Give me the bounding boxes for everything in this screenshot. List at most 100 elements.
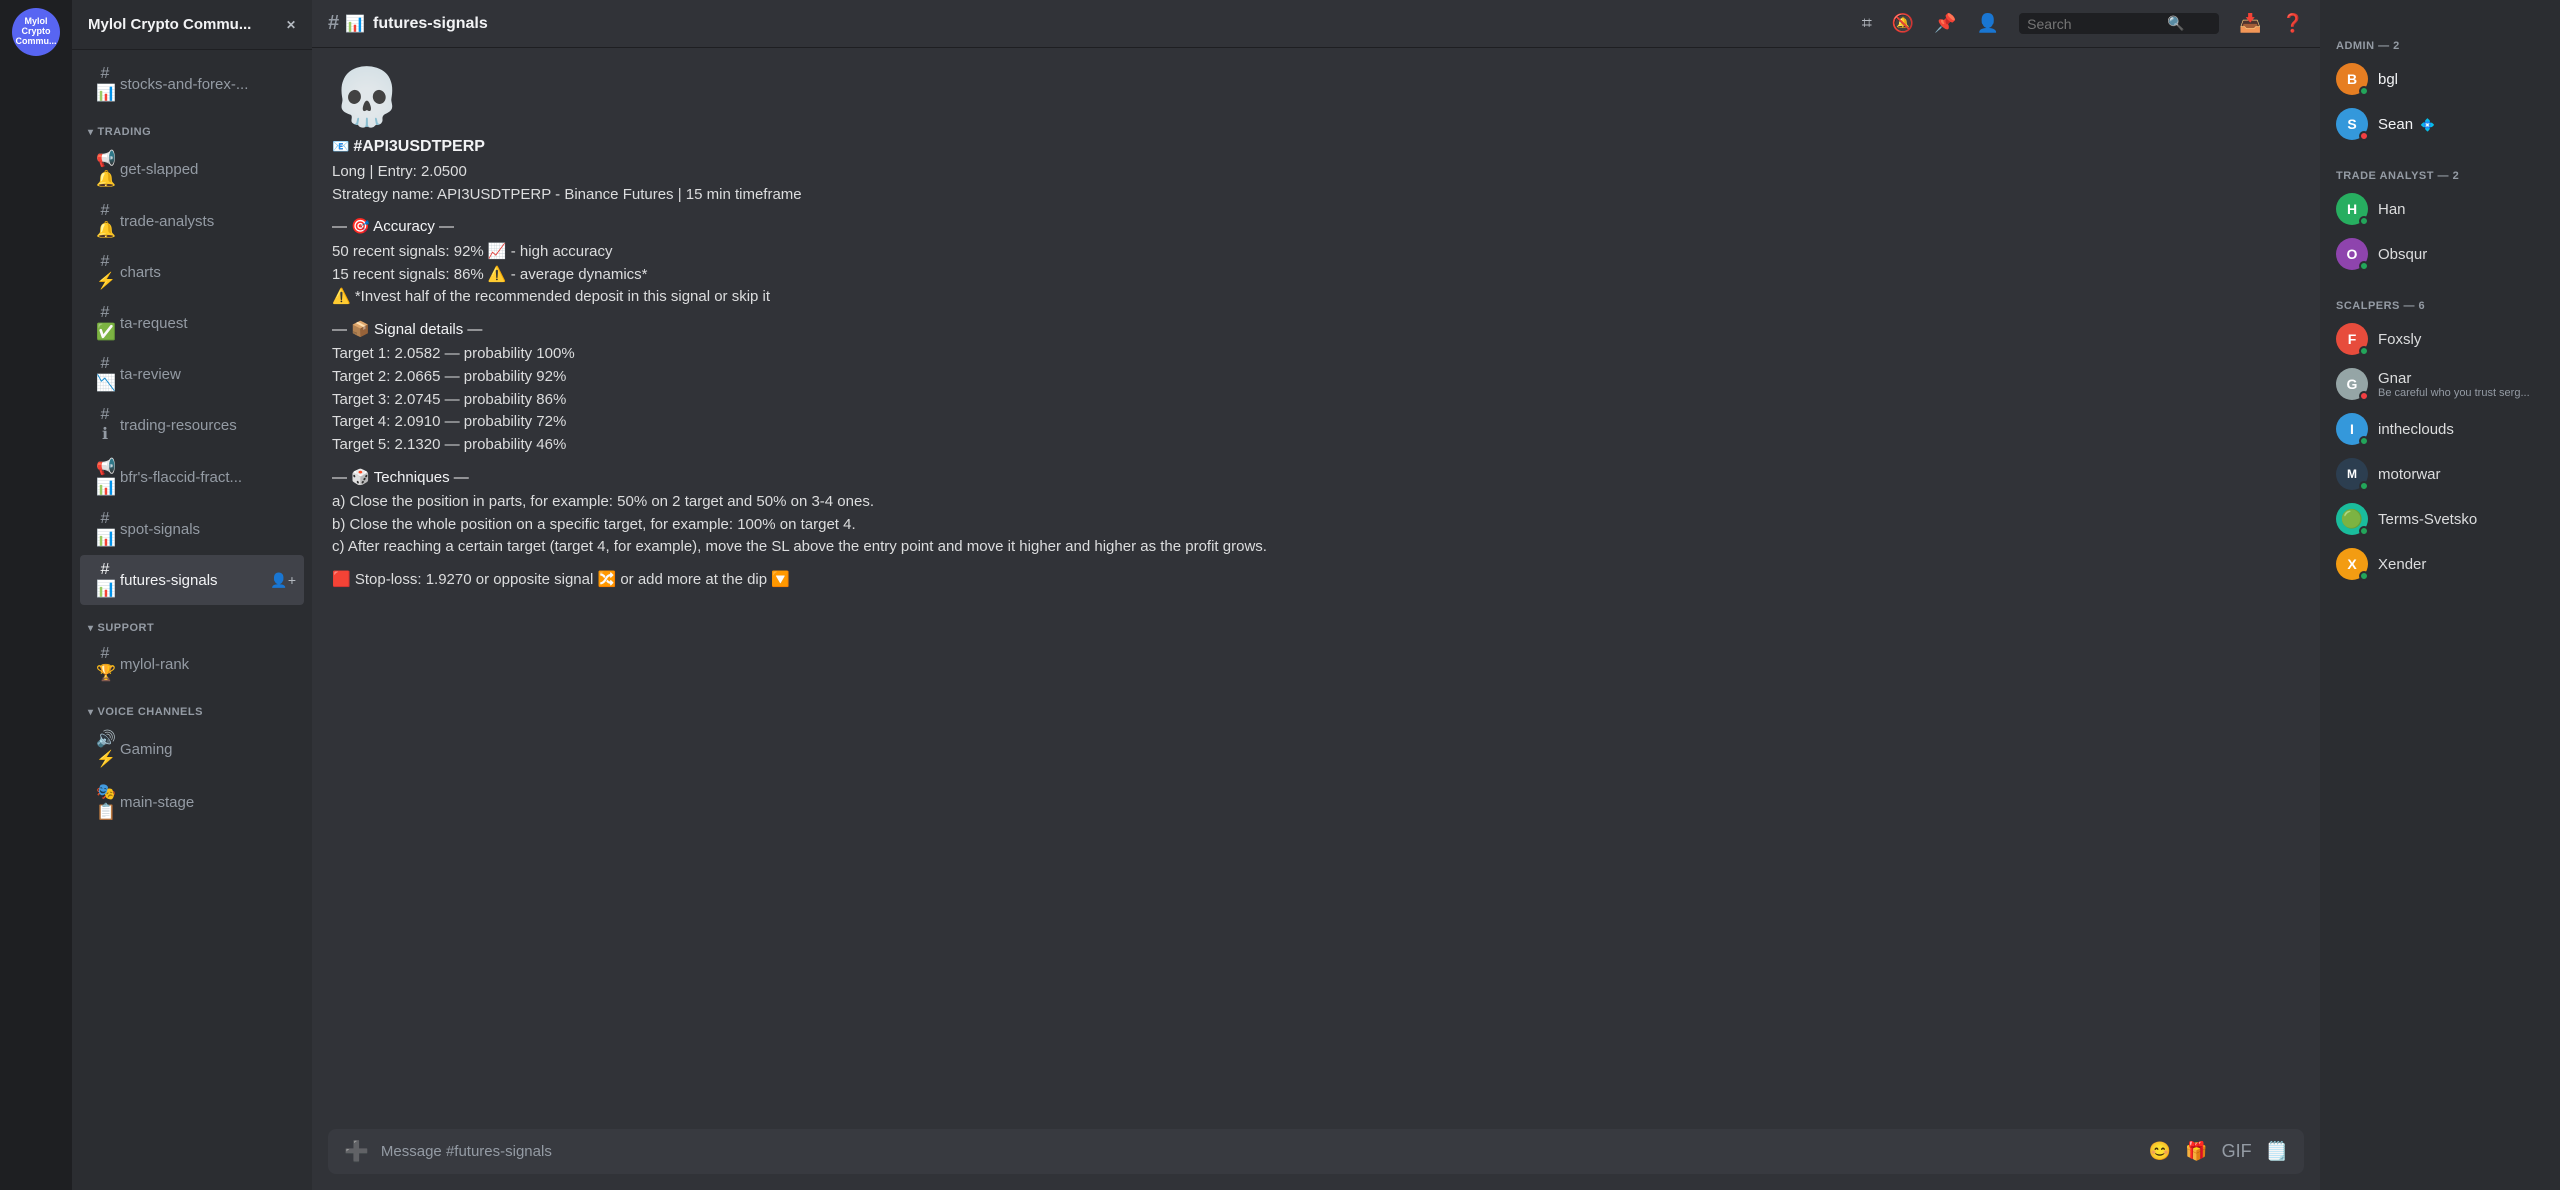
server-name: Mylol Crypto Commu... <box>88 16 282 33</box>
category-voice[interactable]: ▾ VOICE CHANNELS <box>72 690 312 722</box>
channel-item-mylol-rank[interactable]: # 🏆 mylol-rank <box>80 639 304 689</box>
status-indicator <box>2359 346 2369 356</box>
admin-category: ADMIN — 2 <box>2328 24 2552 56</box>
category-arrow-icon: ▾ <box>88 707 94 718</box>
topbar-icons: ⌗ 🔕 📌 👤 🔍 📥 ❓ <box>1862 13 2304 34</box>
channel-name: Gaming <box>120 741 296 758</box>
status-indicator <box>2359 436 2369 446</box>
pin-icon[interactable]: 📌 <box>1934 13 1956 34</box>
avatar-gnar: G <box>2336 368 2368 400</box>
add-member-icon[interactable]: 👤+ <box>270 572 296 589</box>
category-label: TRADING <box>98 126 152 138</box>
channel-audio-icon: 📢 📊 <box>96 457 114 497</box>
member-name-sean: Sean 💠 <box>2378 116 2544 133</box>
accuracy-section: — 🎯 Accuracy — 50 recent signals: 92% 📈 … <box>332 217 2304 308</box>
channel-item-main-stage[interactable]: 🎭 📋 main-stage <box>80 776 304 828</box>
topbar-channel-name: # 📊 futures-signals <box>328 12 488 35</box>
category-arrow-icon: ▾ <box>88 127 94 138</box>
message-input-bar[interactable]: ➕ Message #futures-signals 😊 🎁 GIF 🗒️ <box>328 1129 2304 1174</box>
member-terms-svetsko[interactable]: 🟢 Terms-Svetsko <box>2328 497 2552 541</box>
member-name-foxsly: Foxsly <box>2378 331 2544 348</box>
target-5: Target 5: 2.1320 — probability 46% <box>332 435 2304 456</box>
search-input[interactable] <box>2027 16 2167 32</box>
category-support[interactable]: ▾ SUPPORT <box>72 606 312 638</box>
avatar-sean: S <box>2336 108 2368 140</box>
technique-c: c) After reaching a certain target (targ… <box>332 537 2304 558</box>
channel-item-trading-resources[interactable]: # ℹ trading-resources <box>80 400 304 450</box>
messages-area: 💀 📧 #API3USDTPERP Long | Entry: 2.0500 S… <box>312 48 2320 1113</box>
member-sean[interactable]: S Sean 💠 <box>2328 102 2552 146</box>
trade-analyst-category: TRADE ANALYST — 2 <box>2328 154 2552 186</box>
input-area: ➕ Message #futures-signals 😊 🎁 GIF 🗒️ <box>312 1113 2320 1190</box>
members-icon[interactable]: 👤 <box>1977 13 1999 34</box>
avatar-terms-svetsko: 🟢 <box>2336 503 2368 535</box>
member-info-bgl: bgl <box>2378 71 2544 88</box>
member-name-han: Han <box>2378 201 2544 218</box>
accuracy-header: — 🎯 Accuracy — <box>332 217 2304 238</box>
server-icon[interactable]: Mylol Crypto Commu... <box>12 8 60 56</box>
channel-item-stocks[interactable]: # 📊 stocks-and-forex-... <box>80 59 304 109</box>
channel-item-ta-request[interactable]: # ✅ ta-request <box>80 298 304 348</box>
member-info-foxsly: Foxsly <box>2378 331 2544 348</box>
sticker-icon[interactable]: 🗒️ <box>2266 1141 2288 1162</box>
member-obsqur[interactable]: O Obsqur <box>2328 232 2552 276</box>
technique-b: b) Close the whole position on a specifi… <box>332 515 2304 536</box>
channel-name: charts <box>120 264 296 281</box>
member-name-xender: Xender <box>2378 556 2544 573</box>
input-toolbar: 😊 🎁 GIF 🗒️ <box>2149 1141 2288 1162</box>
channel-item-futures-signals[interactable]: # 📊 futures-signals 👤+ <box>80 555 304 605</box>
channel-hash-icon: # 📊 <box>96 510 114 548</box>
scalpers-category: SCALPERS — 6 <box>2328 284 2552 316</box>
member-foxsly[interactable]: F Foxsly <box>2328 317 2552 361</box>
channel-sidebar: Mylol Crypto Commu... ✕ # 📊 stocks-and-f… <box>72 0 312 1190</box>
channel-item-trade-analysts[interactable]: # 🔔 trade-analysts <box>80 196 304 246</box>
plus-icon[interactable]: ➕ <box>344 1139 369 1164</box>
server-sidebar: Mylol Crypto Commu... <box>0 0 72 1190</box>
channel-list: # 📊 stocks-and-forex-... ▾ TRADING 📢🔔 ge… <box>72 50 312 837</box>
channel-name: ta-request <box>120 315 296 332</box>
channel-item-gaming[interactable]: 🔊 ⚡ Gaming <box>80 723 304 775</box>
hashtag-icon[interactable]: ⌗ <box>1862 13 1872 34</box>
member-xender[interactable]: X Xender <box>2328 542 2552 586</box>
voice-icon: 🔊 ⚡ <box>96 729 114 769</box>
channel-item-charts[interactable]: # ⚡ charts <box>80 247 304 297</box>
status-indicator <box>2359 571 2369 581</box>
notifications-icon[interactable]: 🔕 <box>1892 13 1914 34</box>
server-header[interactable]: Mylol Crypto Commu... ✕ <box>72 0 312 50</box>
member-gnar[interactable]: G Gnar Be careful who you trust serg... <box>2328 362 2552 406</box>
chevron-down-icon: ✕ <box>286 18 296 32</box>
input-placeholder: Message #futures-signals <box>381 1143 552 1160</box>
channel-name: trade-analysts <box>120 213 296 230</box>
member-name-terms: Terms-Svetsko <box>2378 511 2544 528</box>
member-han[interactable]: H Han <box>2328 187 2552 231</box>
member-motorwar[interactable]: M motorwar <box>2328 452 2552 496</box>
channel-item-ta-review[interactable]: # 📉 ta-review <box>80 349 304 399</box>
channel-name: futures-signals <box>120 572 266 589</box>
target-3: Target 3: 2.0745 — probability 86% <box>332 390 2304 411</box>
avatar-xender: X <box>2336 548 2368 580</box>
search-bar[interactable]: 🔍 <box>2019 13 2219 34</box>
member-name-intheclouds: intheclouds <box>2378 421 2544 438</box>
member-bgl[interactable]: B bgl <box>2328 57 2552 101</box>
avatar-intheclouds: I <box>2336 413 2368 445</box>
help-icon[interactable]: ❓ <box>2282 13 2304 34</box>
member-intheclouds[interactable]: I intheclouds <box>2328 407 2552 451</box>
member-info-obsqur: Obsqur <box>2378 246 2544 263</box>
member-info-sean: Sean 💠 <box>2378 116 2544 133</box>
member-name-gnar: Gnar <box>2378 370 2544 387</box>
channel-item-spot-signals[interactable]: # 📊 spot-signals <box>80 504 304 554</box>
channel-item-get-slapped[interactable]: 📢🔔 get-slapped <box>80 143 304 195</box>
gif-icon[interactable]: GIF <box>2222 1141 2252 1162</box>
channel-bell-icon: # 🔔 <box>96 202 114 240</box>
category-label: VOICE CHANNELS <box>98 706 203 718</box>
avatar-foxsly: F <box>2336 323 2368 355</box>
channel-item-bfr[interactable]: 📢 📊 bfr's-flaccid-fract... <box>80 451 304 503</box>
emoji-icon[interactable]: 😊 <box>2149 1141 2171 1162</box>
category-trading[interactable]: ▾ TRADING <box>72 110 312 142</box>
status-indicator <box>2359 481 2369 491</box>
inbox-icon[interactable]: 📥 <box>2239 13 2261 34</box>
category-label: SUPPORT <box>98 622 155 634</box>
gift-icon[interactable]: 🎁 <box>2185 1141 2207 1162</box>
accuracy-3: ⚠️ *Invest half of the recommended depos… <box>332 287 2304 308</box>
member-info-gnar: Gnar Be careful who you trust serg... <box>2378 370 2544 399</box>
